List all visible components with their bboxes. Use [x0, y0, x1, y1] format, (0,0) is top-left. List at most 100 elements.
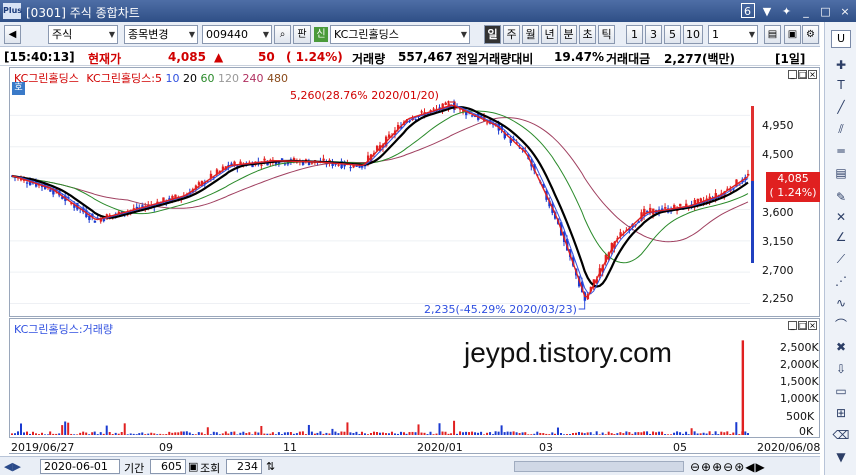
- delete-icon[interactable]: ✖: [832, 340, 850, 354]
- ma20-line: [11, 106, 749, 288]
- panel-minimize-icon[interactable]: _: [788, 70, 797, 79]
- download-icon[interactable]: ⇩: [832, 362, 850, 376]
- query-icon[interactable]: ▣: [188, 460, 198, 473]
- volume-bar: [126, 434, 129, 435]
- candle-body: [310, 162, 314, 164]
- period-month[interactable]: 월: [522, 25, 539, 44]
- panel-maximize-icon[interactable]: □: [798, 321, 807, 330]
- settings-icon[interactable]: ⚙: [802, 25, 819, 44]
- period-minute[interactable]: 분: [560, 25, 577, 44]
- minimize-button[interactable]: _: [799, 4, 813, 19]
- volume-bar: [474, 432, 477, 435]
- period-tag: [1일]: [775, 52, 806, 66]
- volume-bar: [619, 432, 622, 435]
- prev-icon[interactable]: ◀: [4, 25, 21, 44]
- market-select-value: 주식: [52, 28, 73, 41]
- interval-select[interactable]: 1 ▼: [708, 25, 758, 44]
- volume-bar: [135, 434, 138, 435]
- volume-bar: [571, 433, 574, 435]
- code-input[interactable]: 009440 ▼: [202, 25, 272, 44]
- stock-name-select[interactable]: KC그린홀딩스 ▼: [330, 25, 470, 44]
- candle-body: [471, 115, 474, 117]
- screen-number-box[interactable]: 6: [740, 3, 755, 18]
- quote-time: [15:40:13]: [4, 50, 75, 64]
- horizontal-line-icon[interactable]: ═: [832, 144, 850, 158]
- interval-1[interactable]: 1: [626, 25, 643, 44]
- gann-icon[interactable]: ⋰: [832, 274, 850, 288]
- volume-bar: [595, 431, 598, 435]
- volume-bar: [658, 431, 661, 435]
- mode-button[interactable]: 판: [293, 25, 311, 44]
- volume-bar: [212, 431, 215, 435]
- volume-bar: [598, 434, 601, 435]
- volume-bar: [355, 431, 358, 435]
- period-second[interactable]: 초: [579, 25, 596, 44]
- fibo-icon[interactable]: ▤: [832, 166, 850, 180]
- volume-bar: [129, 433, 132, 435]
- search-icon[interactable]: ⌕: [274, 25, 291, 44]
- wave-icon[interactable]: ∿: [832, 296, 850, 310]
- cycle-icon[interactable]: ⌒: [832, 318, 850, 332]
- volume-bar: [556, 427, 559, 435]
- candle-body: [93, 220, 97, 223]
- close-button[interactable]: ×: [838, 4, 852, 19]
- fan-icon[interactable]: ⟋: [832, 252, 850, 266]
- cursor-icon[interactable]: ✚: [832, 58, 850, 72]
- volume-bar: [337, 433, 340, 435]
- volume-bar: [38, 434, 40, 435]
- scroll-down-icon[interactable]: ▼: [832, 450, 850, 464]
- change-item-select[interactable]: 종목변경 ▼: [124, 25, 198, 44]
- save-icon[interactable]: ▣: [784, 25, 801, 44]
- text-tool-icon[interactable]: T: [832, 78, 850, 92]
- panel-close-icon[interactable]: ×: [808, 321, 817, 330]
- market-select[interactable]: 주식 ▼: [48, 25, 118, 44]
- panel-minimize-icon[interactable]: _: [788, 321, 797, 330]
- period-week[interactable]: 주: [503, 25, 520, 44]
- interval-10[interactable]: 10: [683, 25, 703, 44]
- scroll-left-icon[interactable]: ◀▶: [4, 460, 21, 473]
- volume-bar: [93, 431, 96, 435]
- volume-bar: [515, 432, 518, 435]
- trend-line-icon[interactable]: ╱: [832, 100, 850, 114]
- period-day[interactable]: 일: [484, 25, 501, 44]
- toggle-u-icon[interactable]: U: [831, 30, 851, 48]
- channel-icon[interactable]: ⫽: [832, 122, 850, 136]
- volume-bar: [553, 433, 556, 435]
- volume-chart-panel[interactable]: KC그린홀딩스:거래량 _ □ × jeypd.tistory.com 2,500K…: [9, 318, 820, 438]
- cross-tool-icon[interactable]: ✕: [832, 210, 850, 224]
- query-label[interactable]: 조회: [200, 460, 220, 476]
- volume-bar: [280, 434, 283, 435]
- candle-body: [444, 102, 447, 105]
- volume-bar: [114, 432, 117, 435]
- grid-icon[interactable]: ⊞: [832, 406, 850, 420]
- query-input[interactable]: 234: [226, 459, 262, 474]
- volume-bar: [432, 434, 435, 435]
- stepper-icon[interactable]: ⇅: [266, 460, 275, 473]
- auto-icon[interactable]: ✎: [832, 190, 850, 204]
- dropdown-icon[interactable]: ▼: [760, 4, 774, 19]
- volume-bar: [227, 433, 230, 435]
- interval-5[interactable]: 5: [664, 25, 681, 44]
- volume-bar: [349, 432, 352, 435]
- zoom-controls-icon[interactable]: ⊖⊕⊕⊖⊛◀▶: [690, 460, 766, 474]
- eraser-icon[interactable]: ⌫: [832, 428, 850, 442]
- period-year[interactable]: 년: [541, 25, 558, 44]
- quote-bar: [15:40:13] 현재가 4,085 ▲ 50 ( 1.24%) 거래량 5…: [0, 48, 820, 66]
- price-tick: 4,950: [762, 119, 794, 132]
- period-input[interactable]: 605: [150, 459, 186, 474]
- scrollbar-track[interactable]: [514, 461, 684, 472]
- box-icon[interactable]: ▭: [832, 384, 850, 398]
- x-tick-label: 03: [539, 441, 553, 454]
- volume-bar: [242, 431, 245, 435]
- price-chart-panel[interactable]: KC그린홀딩스 KC그린홀딩스:5 10 20 60 120 240 480 _…: [9, 67, 820, 317]
- date-input[interactable]: 2020-06-01: [40, 459, 120, 474]
- panel-close-icon[interactable]: ×: [808, 70, 817, 79]
- panel-maximize-icon[interactable]: □: [798, 70, 807, 79]
- interval-3[interactable]: 3: [645, 25, 662, 44]
- pin-icon[interactable]: ✦: [780, 4, 794, 19]
- period-tick[interactable]: 틱: [598, 25, 615, 44]
- angle-icon[interactable]: ∠: [832, 230, 850, 244]
- maximize-button[interactable]: □: [819, 4, 833, 19]
- volume-bar: [465, 431, 468, 435]
- list-icon[interactable]: ▤: [764, 25, 781, 44]
